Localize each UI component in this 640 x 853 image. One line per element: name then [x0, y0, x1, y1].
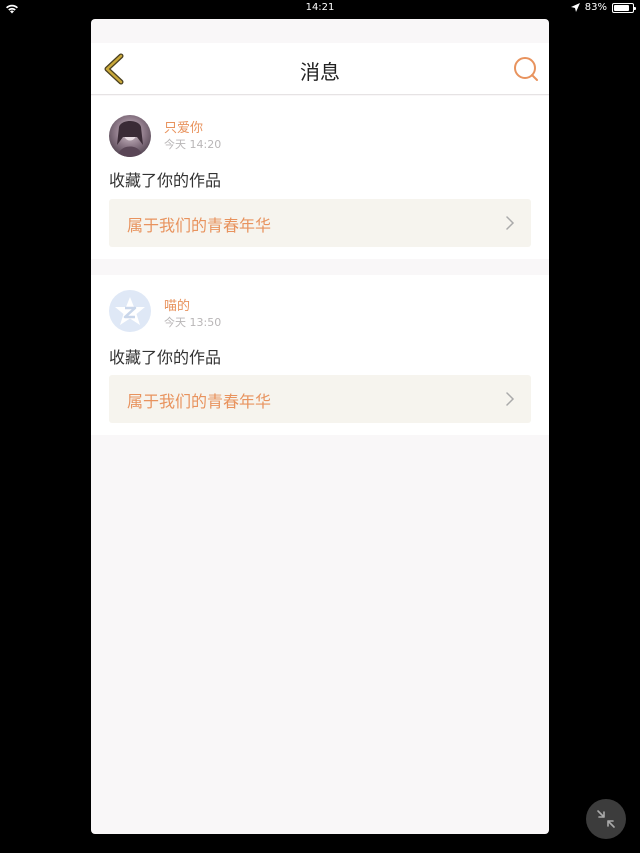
- status-right: 83%: [570, 2, 636, 13]
- action-text: 收藏了你的作品: [109, 171, 222, 190]
- username[interactable]: 只爱你: [164, 117, 203, 136]
- chevron-left-icon: [104, 53, 124, 85]
- status-time: 14:21: [305, 2, 335, 13]
- shrink-button[interactable]: [586, 799, 626, 839]
- timestamp: 今天 14:20: [164, 138, 222, 151]
- action-text: 收藏了你的作品: [109, 348, 222, 367]
- app-header: 消息: [91, 43, 549, 95]
- avatar[interactable]: [109, 115, 151, 157]
- work-title: 属于我们的青春年华: [127, 392, 272, 411]
- location-arrow-icon: [570, 3, 580, 12]
- username[interactable]: 喵的: [164, 295, 190, 314]
- page-title: 消息: [300, 60, 340, 84]
- battery-percent: 83%: [584, 2, 607, 13]
- work-title: 属于我们的青春年华: [127, 216, 272, 235]
- search-button[interactable]: [513, 56, 539, 82]
- search-icon: [514, 57, 538, 81]
- back-button[interactable]: [101, 53, 129, 85]
- qzone-star-icon: [115, 297, 145, 325]
- battery-fill: [614, 4, 629, 11]
- battery-icon: [612, 2, 636, 13]
- screen: 14:21 83% 消息 只爱你 今天 14:20 收藏了你的作品 属于我们的青…: [0, 0, 640, 853]
- chevron-right-icon: [506, 392, 515, 406]
- app-window: 消息 只爱你 今天 14:20 收藏了你的作品 属于我们的青春年华 喵的 今天 …: [91, 19, 549, 834]
- shrink-arrows-icon: [597, 810, 615, 828]
- status-bar: 14:21 83%: [0, 0, 640, 18]
- timestamp: 今天 13:50: [164, 316, 222, 329]
- avatar[interactable]: [109, 290, 151, 332]
- work-link[interactable]: 属于我们的青春年华: [109, 199, 531, 247]
- chevron-right-icon: [506, 216, 515, 230]
- user-photo-icon: [117, 121, 143, 157]
- notification-card: 只爱你 今天 14:20 收藏了你的作品 属于我们的青春年华: [91, 96, 549, 259]
- notification-card: 喵的 今天 13:50 收藏了你的作品 属于我们的青春年华: [91, 275, 549, 435]
- work-link[interactable]: 属于我们的青春年华: [109, 375, 531, 423]
